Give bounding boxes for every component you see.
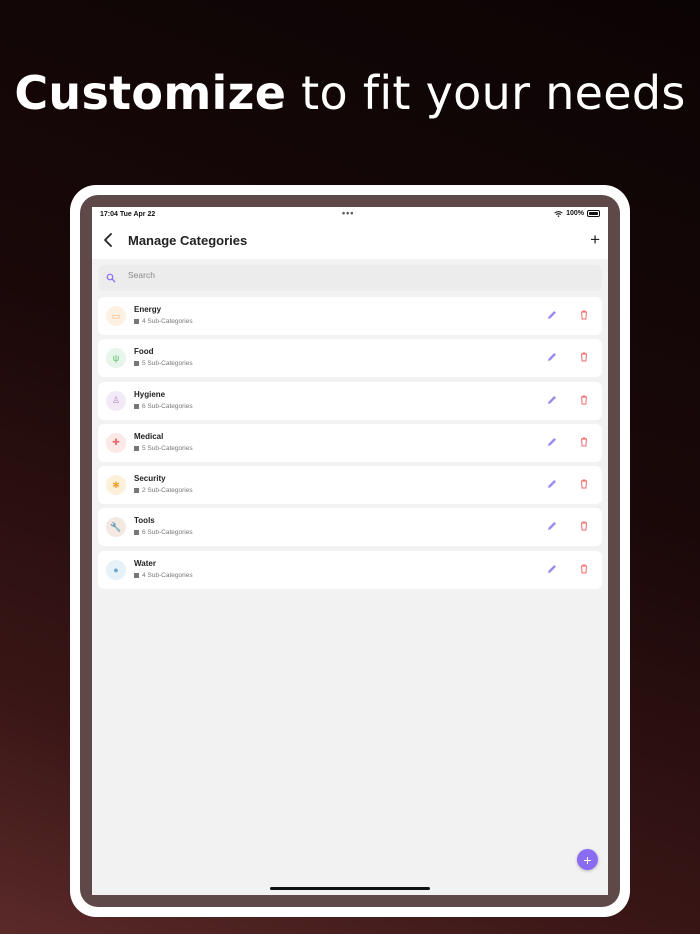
delete-icon[interactable] <box>578 563 590 575</box>
category-row[interactable]: ✚ Medical 5 Sub-Categories <box>98 423 602 462</box>
security-icon: ✱ <box>106 475 126 496</box>
category-subcount: 6 Sub-Categories <box>134 529 193 536</box>
grid-icon <box>134 361 139 367</box>
delete-icon[interactable] <box>578 394 590 406</box>
category-row[interactable]: ▭ Energy 4 Sub-Categories <box>98 297 602 335</box>
search-bar[interactable] <box>98 265 602 291</box>
search-icon <box>106 273 116 283</box>
category-name: Medical <box>134 431 164 441</box>
delete-icon[interactable] <box>578 436 590 448</box>
delete-icon[interactable] <box>578 520 590 532</box>
category-row[interactable]: 🔧 Tools 6 Sub-Categories <box>98 508 602 547</box>
add-fab-button[interactable]: + <box>577 849 598 870</box>
subcategory-count: 6 Sub-Categories <box>142 529 193 537</box>
hygiene-icon: ♙ <box>106 390 126 411</box>
category-name: Food <box>134 347 154 357</box>
category-row[interactable]: ● Water 4 Sub-Categories <box>98 550 602 589</box>
delete-icon[interactable] <box>578 351 590 363</box>
category-subcount: 6 Sub-Categories <box>134 403 193 410</box>
status-right: 100% <box>554 210 600 217</box>
multitask-dots[interactable]: ••• <box>342 208 354 218</box>
delete-icon[interactable] <box>578 309 590 321</box>
category-subcount: 2 Sub-Categories <box>134 487 193 494</box>
category-name: Security <box>134 474 166 484</box>
subcategory-count: 2 Sub-Categories <box>142 487 193 495</box>
edit-icon[interactable] <box>546 478 558 490</box>
nav-bar: Manage Categories + <box>92 223 608 259</box>
category-subcount: 5 Sub-Categories <box>134 360 193 367</box>
tablet-frame: 17:04 Tue Apr 22 ••• 100% Manage Categor… <box>70 185 630 917</box>
edit-icon[interactable] <box>546 351 558 363</box>
category-subcount: 4 Sub-Categories <box>134 572 193 579</box>
grid-icon <box>134 403 139 409</box>
category-name: Energy <box>134 305 162 314</box>
category-subcount: 4 Sub-Categories <box>134 318 193 325</box>
subcategory-count: 4 Sub-Categories <box>142 571 193 579</box>
status-time: 17:04 Tue Apr 22 <box>100 211 156 218</box>
edit-icon[interactable] <box>546 394 558 406</box>
category-name: Hygiene <box>134 389 166 399</box>
edit-icon[interactable] <box>546 563 558 575</box>
headline-bold: Customize <box>14 66 287 120</box>
add-category-button[interactable]: + <box>590 231 600 248</box>
category-row[interactable]: ψ Food 5 Sub-Categories <box>98 339 602 378</box>
edit-icon[interactable] <box>546 309 558 321</box>
status-bar: 17:04 Tue Apr 22 ••• 100% <box>92 207 608 223</box>
category-row[interactable]: ✱ Security 2 Sub-Categories <box>98 466 602 505</box>
grid-icon <box>134 319 139 324</box>
search-input[interactable] <box>128 270 528 280</box>
subcategory-count: 5 Sub-Categories <box>142 444 193 452</box>
grid-icon <box>134 445 139 451</box>
food-icon: ψ <box>106 348 126 369</box>
subcategory-count: 6 Sub-Categories <box>142 402 193 410</box>
category-name: Tools <box>134 516 155 526</box>
back-button[interactable] <box>102 232 116 248</box>
grid-icon <box>134 572 139 578</box>
energy-icon: ▭ <box>106 306 126 326</box>
delete-icon[interactable] <box>578 478 590 490</box>
tablet-bezel: 17:04 Tue Apr 22 ••• 100% Manage Categor… <box>80 195 620 907</box>
category-subcount: 5 Sub-Categories <box>134 445 193 452</box>
headline: Customize to fit your needs <box>0 66 700 120</box>
home-indicator[interactable] <box>270 887 430 890</box>
subcategory-count: 5 Sub-Categories <box>142 360 193 368</box>
wifi-icon <box>554 210 563 217</box>
edit-icon[interactable] <box>546 520 558 532</box>
page-title: Manage Categories <box>128 233 248 248</box>
category-row[interactable]: ♙ Hygiene 6 Sub-Categories <box>98 381 602 420</box>
grid-icon <box>134 488 139 494</box>
water-icon: ● <box>106 559 126 580</box>
grid-icon <box>134 530 139 536</box>
tools-icon: 🔧 <box>106 517 126 538</box>
edit-icon[interactable] <box>546 436 558 448</box>
subcategory-count: 4 Sub-Categories <box>142 318 193 325</box>
battery-percent: 100% <box>566 210 584 217</box>
battery-icon <box>587 210 600 217</box>
headline-light: to fit your needs <box>286 66 686 120</box>
app-screen: 17:04 Tue Apr 22 ••• 100% Manage Categor… <box>92 207 608 895</box>
category-list: ▭ Energy 4 Sub-Categories ψ Food 5 Sub-C… <box>92 291 608 589</box>
medical-icon: ✚ <box>106 432 126 453</box>
category-name: Water <box>134 558 156 568</box>
